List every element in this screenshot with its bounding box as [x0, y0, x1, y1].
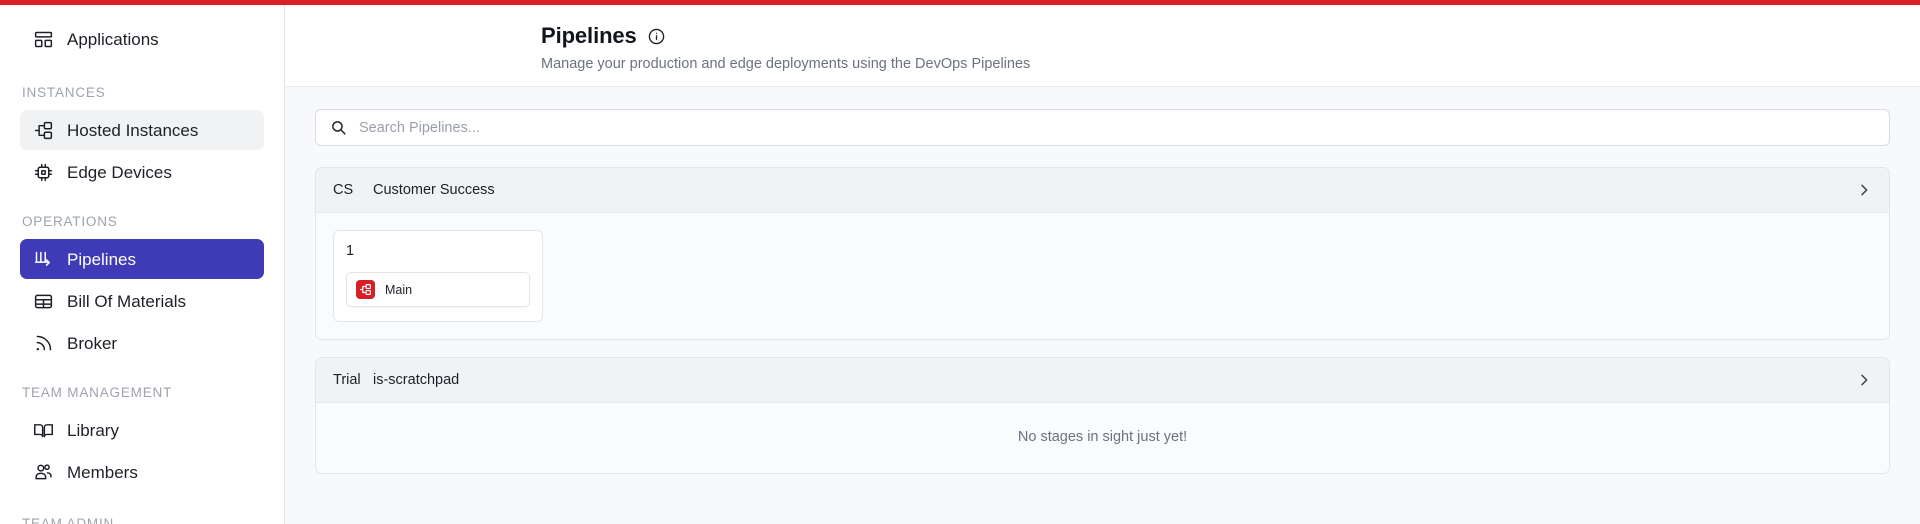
pipeline-group-badge: Trial [333, 372, 373, 388]
bill-of-materials-icon [32, 290, 54, 312]
pipeline-group: CS Customer Success 1 [315, 167, 1890, 340]
sidebar-item-pipelines[interactable]: Pipelines [20, 239, 264, 279]
library-icon [32, 419, 54, 441]
search-input[interactable] [359, 120, 1875, 136]
sidebar-item-hosted-instances[interactable]: Hosted Instances [20, 110, 264, 150]
app-window: Applications INSTANCES Hosted Instances [0, 0, 1920, 524]
sidebar-item-edge-devices[interactable]: Edge Devices [20, 152, 264, 192]
edge-devices-icon [32, 161, 54, 183]
window-body: Applications INSTANCES Hosted Instances [0, 5, 1920, 524]
pipeline-group-header[interactable]: Trial is-scratchpad [316, 358, 1889, 403]
sidebar-section-operations-label: OPERATIONS [20, 214, 264, 229]
search-icon [330, 119, 347, 136]
pipelines-icon [32, 248, 54, 270]
stage-number: 1 [346, 243, 530, 259]
sidebar-item-label: Members [67, 464, 138, 481]
sidebar-section-team-management-label: TEAM MANAGEMENT [20, 385, 264, 400]
pipeline-group-name: Customer Success [373, 182, 495, 198]
sidebar-section-instances-label: INSTANCES [20, 85, 264, 100]
main-content: Pipelines Manage your production and edg… [285, 5, 1920, 524]
sidebar-item-label: Pipelines [67, 251, 136, 268]
sidebar-item-label: Broker [67, 335, 117, 352]
empty-state-message: No stages in sight just yet! [316, 403, 1889, 473]
sidebar: Applications INSTANCES Hosted Instances [0, 5, 285, 524]
sidebar-item-bill-of-materials[interactable]: Bill Of Materials [20, 281, 264, 321]
pipelines-content: CS Customer Success 1 [285, 87, 1920, 524]
pipeline-group-badge: CS [333, 182, 373, 198]
sidebar-item-label: Bill Of Materials [67, 293, 186, 310]
info-icon[interactable] [648, 28, 665, 45]
hosted-instances-icon [32, 119, 54, 141]
pipeline-stage-card[interactable]: 1 Main [333, 230, 543, 322]
sidebar-item-applications[interactable]: Applications [20, 19, 264, 59]
chevron-right-icon[interactable] [1856, 182, 1872, 198]
sidebar-item-label: Applications [67, 31, 159, 48]
broker-icon [32, 332, 54, 354]
page-title: Pipelines [541, 23, 637, 49]
hosted-instance-icon [356, 280, 375, 299]
page-title-row: Pipelines [541, 23, 1920, 49]
pipeline-node-label: Main [385, 283, 412, 297]
sidebar-item-label: Library [67, 422, 119, 439]
members-icon [32, 461, 54, 483]
pipeline-group-name: is-scratchpad [373, 372, 459, 388]
pipeline-group-header[interactable]: CS Customer Success [316, 168, 1889, 213]
sidebar-section-team-admin-label: TEAM ADMIN [20, 516, 264, 524]
page-header: Pipelines Manage your production and edg… [285, 5, 1920, 87]
sidebar-item-label: Edge Devices [67, 164, 172, 181]
sidebar-item-label: Hosted Instances [67, 122, 198, 139]
pipeline-stage-node[interactable]: Main [346, 272, 530, 307]
chevron-right-icon[interactable] [1856, 372, 1872, 388]
page-subtitle: Manage your production and edge deployme… [541, 56, 1920, 72]
applications-icon [32, 28, 54, 50]
search-bar[interactable] [315, 109, 1890, 146]
pipeline-group: Trial is-scratchpad No stages in sight j… [315, 357, 1890, 474]
sidebar-item-members[interactable]: Members [20, 452, 264, 492]
sidebar-item-library[interactable]: Library [20, 410, 264, 450]
sidebar-item-broker[interactable]: Broker [20, 323, 264, 363]
pipeline-group-body: 1 Main [316, 213, 1889, 339]
